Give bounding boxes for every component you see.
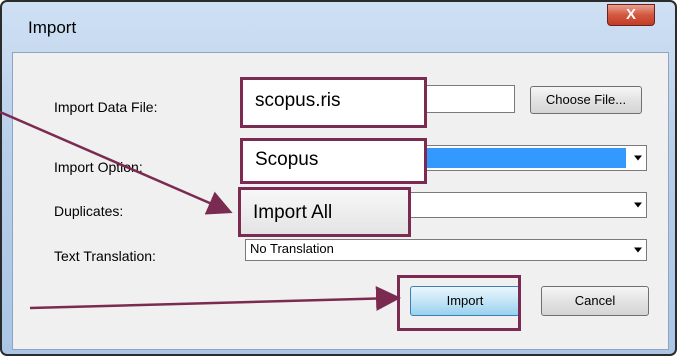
file-name-highlight: scopus.ris — [240, 77, 427, 128]
import-option-highlight: Scopus — [240, 138, 427, 184]
chevron-down-icon — [634, 155, 642, 161]
duplicates-label: Duplicates: — [54, 203, 124, 219]
close-button[interactable]: X — [607, 4, 655, 26]
import-data-file-label: Import Data File: — [54, 99, 158, 115]
text-translation-select[interactable]: No Translation — [245, 239, 647, 261]
text-translation-label: Text Translation: — [54, 248, 156, 264]
close-icon: X — [625, 6, 636, 23]
dialog-title: Import — [28, 18, 77, 37]
cancel-button[interactable]: Cancel — [541, 286, 649, 316]
choose-file-button[interactable]: Choose File... — [530, 86, 642, 114]
import-option-label: Import Option: — [54, 159, 143, 175]
import-button-highlight — [397, 275, 521, 331]
duplicates-value: Import All — [253, 202, 333, 223]
selection-highlight — [416, 148, 626, 168]
import-option-value: Scopus — [255, 149, 319, 170]
chevron-down-icon — [634, 202, 642, 208]
chevron-down-icon — [634, 247, 642, 253]
duplicates-highlight: Import All — [238, 187, 411, 237]
text-translation-value: No Translation — [250, 241, 334, 256]
import-data-file-value: scopus.ris — [255, 90, 341, 111]
